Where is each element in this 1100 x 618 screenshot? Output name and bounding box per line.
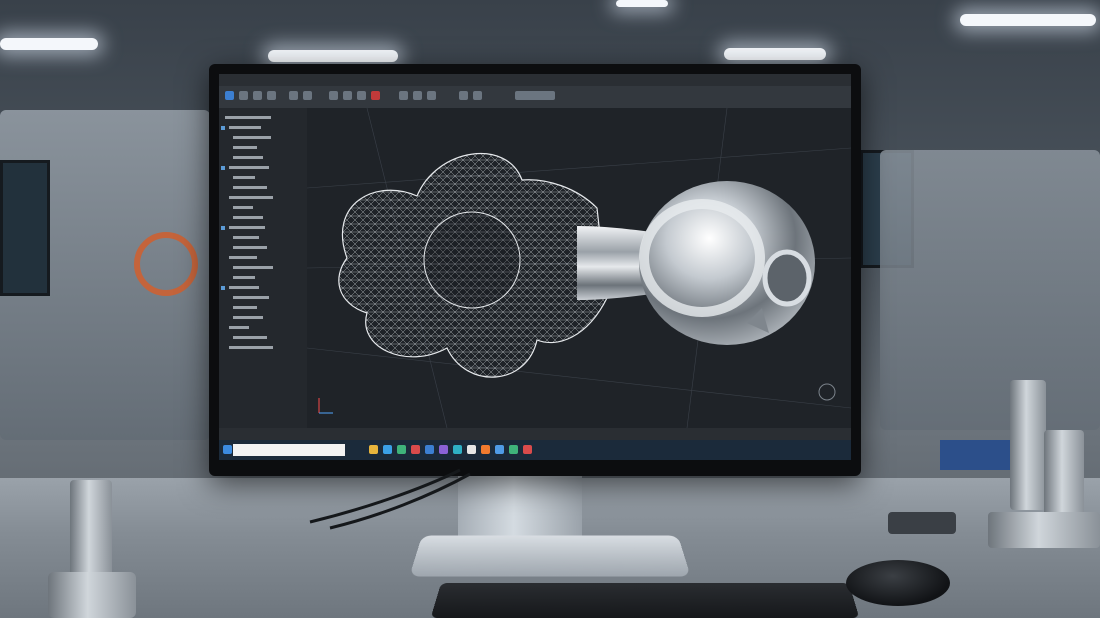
keyboard[interactable] <box>430 583 860 618</box>
ceiling-light <box>0 38 98 50</box>
browser-icon[interactable] <box>383 445 392 454</box>
app-icon[interactable] <box>411 445 420 454</box>
app-icon[interactable] <box>439 445 448 454</box>
ceiling-light <box>268 50 398 62</box>
taskbar-search-input[interactable] <box>233 444 345 456</box>
feature-tree-rows <box>221 116 273 349</box>
app-icon[interactable] <box>523 445 532 454</box>
os-taskbar <box>219 440 851 460</box>
app-icon[interactable] <box>481 445 490 454</box>
monitor-screen <box>219 74 851 460</box>
tool-icon[interactable] <box>413 91 422 100</box>
app-icon[interactable] <box>397 445 406 454</box>
tool-icon[interactable] <box>267 91 276 100</box>
machine-display-left <box>0 160 50 296</box>
tool-icon[interactable] <box>253 91 262 100</box>
metal-part-base <box>48 572 136 618</box>
app-icon[interactable] <box>467 445 476 454</box>
tool-icon[interactable] <box>399 91 408 100</box>
computer-mouse[interactable] <box>846 560 950 606</box>
metal-part-cylinder <box>70 480 112 580</box>
ceiling-light <box>724 48 826 60</box>
tool-icon[interactable] <box>473 91 482 100</box>
monitor-stand-base <box>409 535 691 577</box>
tool-icon[interactable] <box>357 91 366 100</box>
cad-toolbar <box>219 86 851 108</box>
machine-ring <box>134 232 198 296</box>
app-icon[interactable] <box>425 445 434 454</box>
tool-icon[interactable] <box>371 91 380 100</box>
app-icon[interactable] <box>453 445 462 454</box>
tool-icon[interactable] <box>343 91 352 100</box>
cad-statusbar <box>219 428 851 440</box>
ceiling-light <box>616 0 668 7</box>
tool-icon[interactable] <box>303 91 312 100</box>
feature-tree-panel <box>219 108 307 428</box>
tool-dropdown[interactable] <box>515 91 555 100</box>
metal-part-right <box>1010 380 1046 510</box>
tool-icon[interactable] <box>459 91 468 100</box>
model-render <box>306 107 851 429</box>
ceiling-light <box>960 14 1096 26</box>
app-icon[interactable] <box>495 445 504 454</box>
cad-menubar <box>219 74 851 86</box>
tool-icon[interactable] <box>329 91 338 100</box>
folder-icon[interactable] <box>369 445 378 454</box>
metal-part-right-base <box>988 512 1100 548</box>
desk-device <box>888 512 956 534</box>
tool-icon[interactable] <box>225 91 234 100</box>
monitor-cables <box>309 468 471 530</box>
tool-icon[interactable] <box>427 91 436 100</box>
cad-3d-viewport[interactable] <box>306 107 851 429</box>
app-icon[interactable] <box>509 445 518 454</box>
tool-icon[interactable] <box>239 91 248 100</box>
start-icon[interactable] <box>223 445 232 454</box>
industrial-machine-right <box>880 150 1100 430</box>
tool-icon[interactable] <box>289 91 298 100</box>
